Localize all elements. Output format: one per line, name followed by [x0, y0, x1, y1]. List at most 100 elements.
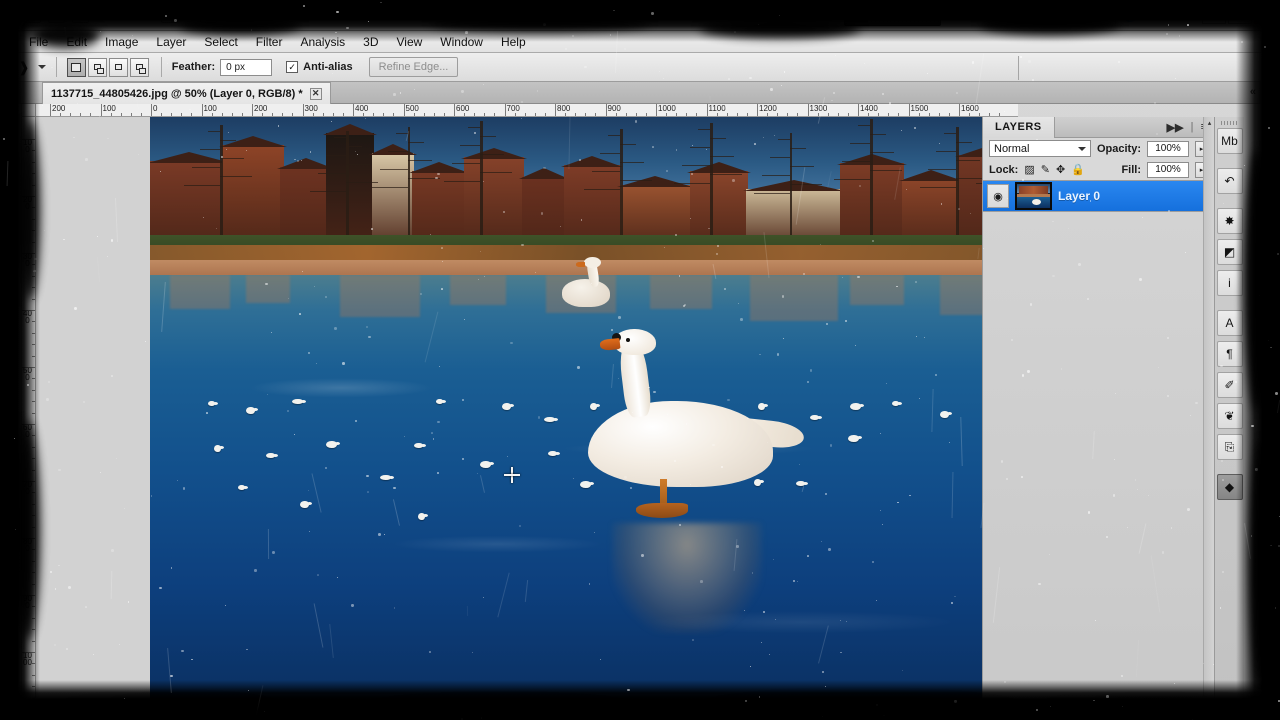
intersect-with-selection-button[interactable] — [129, 57, 149, 77]
ruler-tick — [22, 367, 35, 368]
menu-select[interactable]: Select — [195, 32, 246, 52]
view-extras-icon[interactable]: ▦ — [72, 7, 89, 23]
feather-input[interactable]: 0 px — [220, 58, 273, 76]
menu-3d[interactable]: 3D — [354, 32, 387, 52]
path-select-tool-icon[interactable]: ➤ — [7, 364, 15, 374]
blend-mode-select[interactable]: Normal — [989, 140, 1091, 157]
brush-icon[interactable]: ✐ — [1216, 372, 1243, 398]
workspace-tab-painting[interactable]: PAINTING — [1008, 4, 1085, 26]
masks-icon[interactable]: ◩ — [1216, 239, 1243, 265]
collapse-dock-icon[interactable]: « — [1250, 86, 1256, 98]
blur-tool-icon[interactable]: ◠ — [7, 300, 16, 310]
screen-mode-icon[interactable]: ▣ — [200, 7, 218, 23]
options-divider-3 — [1018, 56, 1019, 80]
zoom-tool-icon[interactable]: ⌕ — [9, 412, 15, 422]
history-brush-tool-icon[interactable]: ↺ — [7, 252, 15, 262]
ruler-tick-label: 500 — [405, 104, 419, 113]
move-tool-icon[interactable]: ✥ — [7, 108, 15, 118]
close-icon[interactable]: ✕ — [309, 87, 322, 100]
document-tab[interactable]: 1137715_44805426.jpg @ 50% (Layer 0, RGB… — [42, 82, 331, 104]
paragraph-icon[interactable]: ¶ — [1216, 341, 1243, 367]
image-canvas[interactable] — [150, 117, 1018, 709]
eraser-tool-icon[interactable]: ▱ — [8, 268, 16, 278]
lock-all-icon[interactable]: 🔒 — [1071, 163, 1085, 176]
character-icon[interactable]: A — [1216, 310, 1243, 336]
layers-dock-icon[interactable]: ◆ — [1216, 474, 1243, 500]
history-icon[interactable]: ↶ — [1216, 168, 1243, 194]
photo-branch — [408, 160, 432, 161]
tab-layers[interactable]: LAYERS — [983, 116, 1055, 138]
brush-presets-icon[interactable]: ❦ — [1216, 403, 1243, 429]
arrange-documents-icon[interactable]: ◫ — [161, 7, 179, 23]
healing-brush-tool-icon[interactable]: ✚ — [7, 204, 15, 214]
mini-bridge-icon[interactable]: Mb — [48, 7, 65, 23]
horizontal-ruler[interactable]: 200 100 0 100 200 300 400 500 600 700 800 900 1000 11… — [36, 104, 1018, 117]
more-workspaces-icon[interactable]: » — [1085, 8, 1108, 23]
workspace-tab-design[interactable]: DESIGN — [941, 4, 1008, 26]
app-bar-right-group: ESSENTIALS DESIGN PAINTING » CS Live ▾ ✕ — [844, 0, 1280, 31]
lock-transparent-pixels-icon[interactable]: ▨ — [1024, 163, 1034, 176]
clone-stamp-tool-icon[interactable]: ⎙ — [8, 236, 16, 246]
lock-image-pixels-icon[interactable]: ✎ — [1041, 163, 1050, 176]
cs-live-button[interactable]: CS Live ▾ — [1123, 8, 1191, 22]
new-selection-button[interactable] — [66, 57, 86, 77]
lasso-tool-icon-toolbar[interactable]: ❧ — [7, 140, 15, 150]
background-swan-beak — [576, 262, 585, 267]
layer-row[interactable]: ◉ Layer 0 — [983, 180, 1214, 212]
layer-thumbnail[interactable] — [1015, 182, 1052, 210]
add-to-selection-button[interactable] — [87, 57, 107, 77]
subtract-from-selection-button[interactable] — [108, 57, 128, 77]
close-button[interactable]: ✕ — [1254, 6, 1280, 24]
workspace-tab-essentials[interactable]: ESSENTIALS — [844, 4, 942, 26]
menu-view[interactable]: View — [387, 32, 431, 52]
quick-select-tool-icon[interactable]: ✎ — [7, 156, 15, 166]
menu-help[interactable]: Help — [492, 32, 535, 52]
eyedropper-tool-icon[interactable]: ⌇ — [9, 188, 14, 198]
dodge-tool-icon[interactable]: ◑ — [8, 316, 14, 326]
menu-edit[interactable]: Edit — [57, 32, 96, 52]
photo-branch — [690, 147, 710, 148]
adjustments-icon[interactable]: ✸ — [1216, 208, 1243, 234]
lasso-tool-icon[interactable]: ❱ — [18, 59, 30, 76]
pen-tool-icon[interactable]: ✐ — [7, 332, 15, 342]
layers-panel-scrollbar[interactable]: ▴ — [1203, 117, 1214, 709]
refine-edge-button[interactable]: Refine Edge... — [368, 57, 459, 77]
menu-layer[interactable]: Layer — [147, 32, 195, 52]
info-icon[interactable]: i — [1216, 270, 1243, 296]
anti-alias-control[interactable]: ✓ Anti-alias — [286, 61, 353, 73]
anti-alias-checkbox[interactable]: ✓ — [286, 61, 299, 73]
marquee-tool-icon[interactable]: ▭ — [7, 124, 16, 134]
gradient-tool-icon[interactable]: ▤ — [7, 284, 16, 294]
fill-input[interactable]: 100% — [1147, 161, 1189, 178]
type-tool-icon[interactable]: T — [8, 348, 14, 358]
maximize-button[interactable] — [1228, 6, 1252, 24]
shape-tool-icon[interactable]: ▬ — [7, 380, 17, 390]
crop-tool-icon[interactable]: ⌗ — [9, 172, 15, 182]
zoom-level-caret-icon[interactable] — [146, 13, 155, 17]
collapse-panel-icon[interactable]: ▶▶ — [1167, 121, 1184, 134]
bridge-icon[interactable]: Br — [24, 7, 41, 23]
menu-file[interactable]: File — [20, 32, 57, 52]
vertical-ruler[interactable]: 100 200 300 400 500 600 700 800 900 1000 — [22, 117, 36, 709]
photo-roof — [323, 124, 377, 135]
mini-bridge-icon[interactable]: Mb — [1216, 128, 1243, 154]
zoom-level-value[interactable]: 50% — [111, 9, 139, 21]
screen-mode-caret-icon[interactable] — [224, 13, 233, 17]
hand-tool-icon[interactable]: ✋ — [5, 396, 17, 406]
minimize-button[interactable] — [1202, 6, 1226, 24]
view-extras-caret-icon[interactable] — [96, 13, 104, 17]
menu-image[interactable]: Image — [96, 32, 147, 52]
menu-window[interactable]: Window — [431, 32, 492, 52]
ruler-tick-label: 200 — [254, 104, 268, 113]
clone-source-icon[interactable]: ⎘ — [1216, 434, 1243, 460]
brush-tool-icon[interactable]: ✒ — [7, 220, 15, 230]
lock-position-icon[interactable]: ✥ — [1056, 163, 1065, 176]
tool-preset-caret-icon[interactable] — [37, 65, 46, 69]
canvas-area[interactable] — [36, 117, 1018, 709]
eye-icon[interactable]: ◉ — [987, 184, 1009, 208]
menu-filter[interactable]: Filter — [247, 32, 292, 52]
dock-grip[interactable] — [1220, 121, 1239, 125]
menu-analysis[interactable]: Analysis — [291, 32, 354, 52]
opacity-input[interactable]: 100% — [1147, 140, 1189, 157]
arrange-documents-caret-icon[interactable] — [185, 13, 194, 17]
